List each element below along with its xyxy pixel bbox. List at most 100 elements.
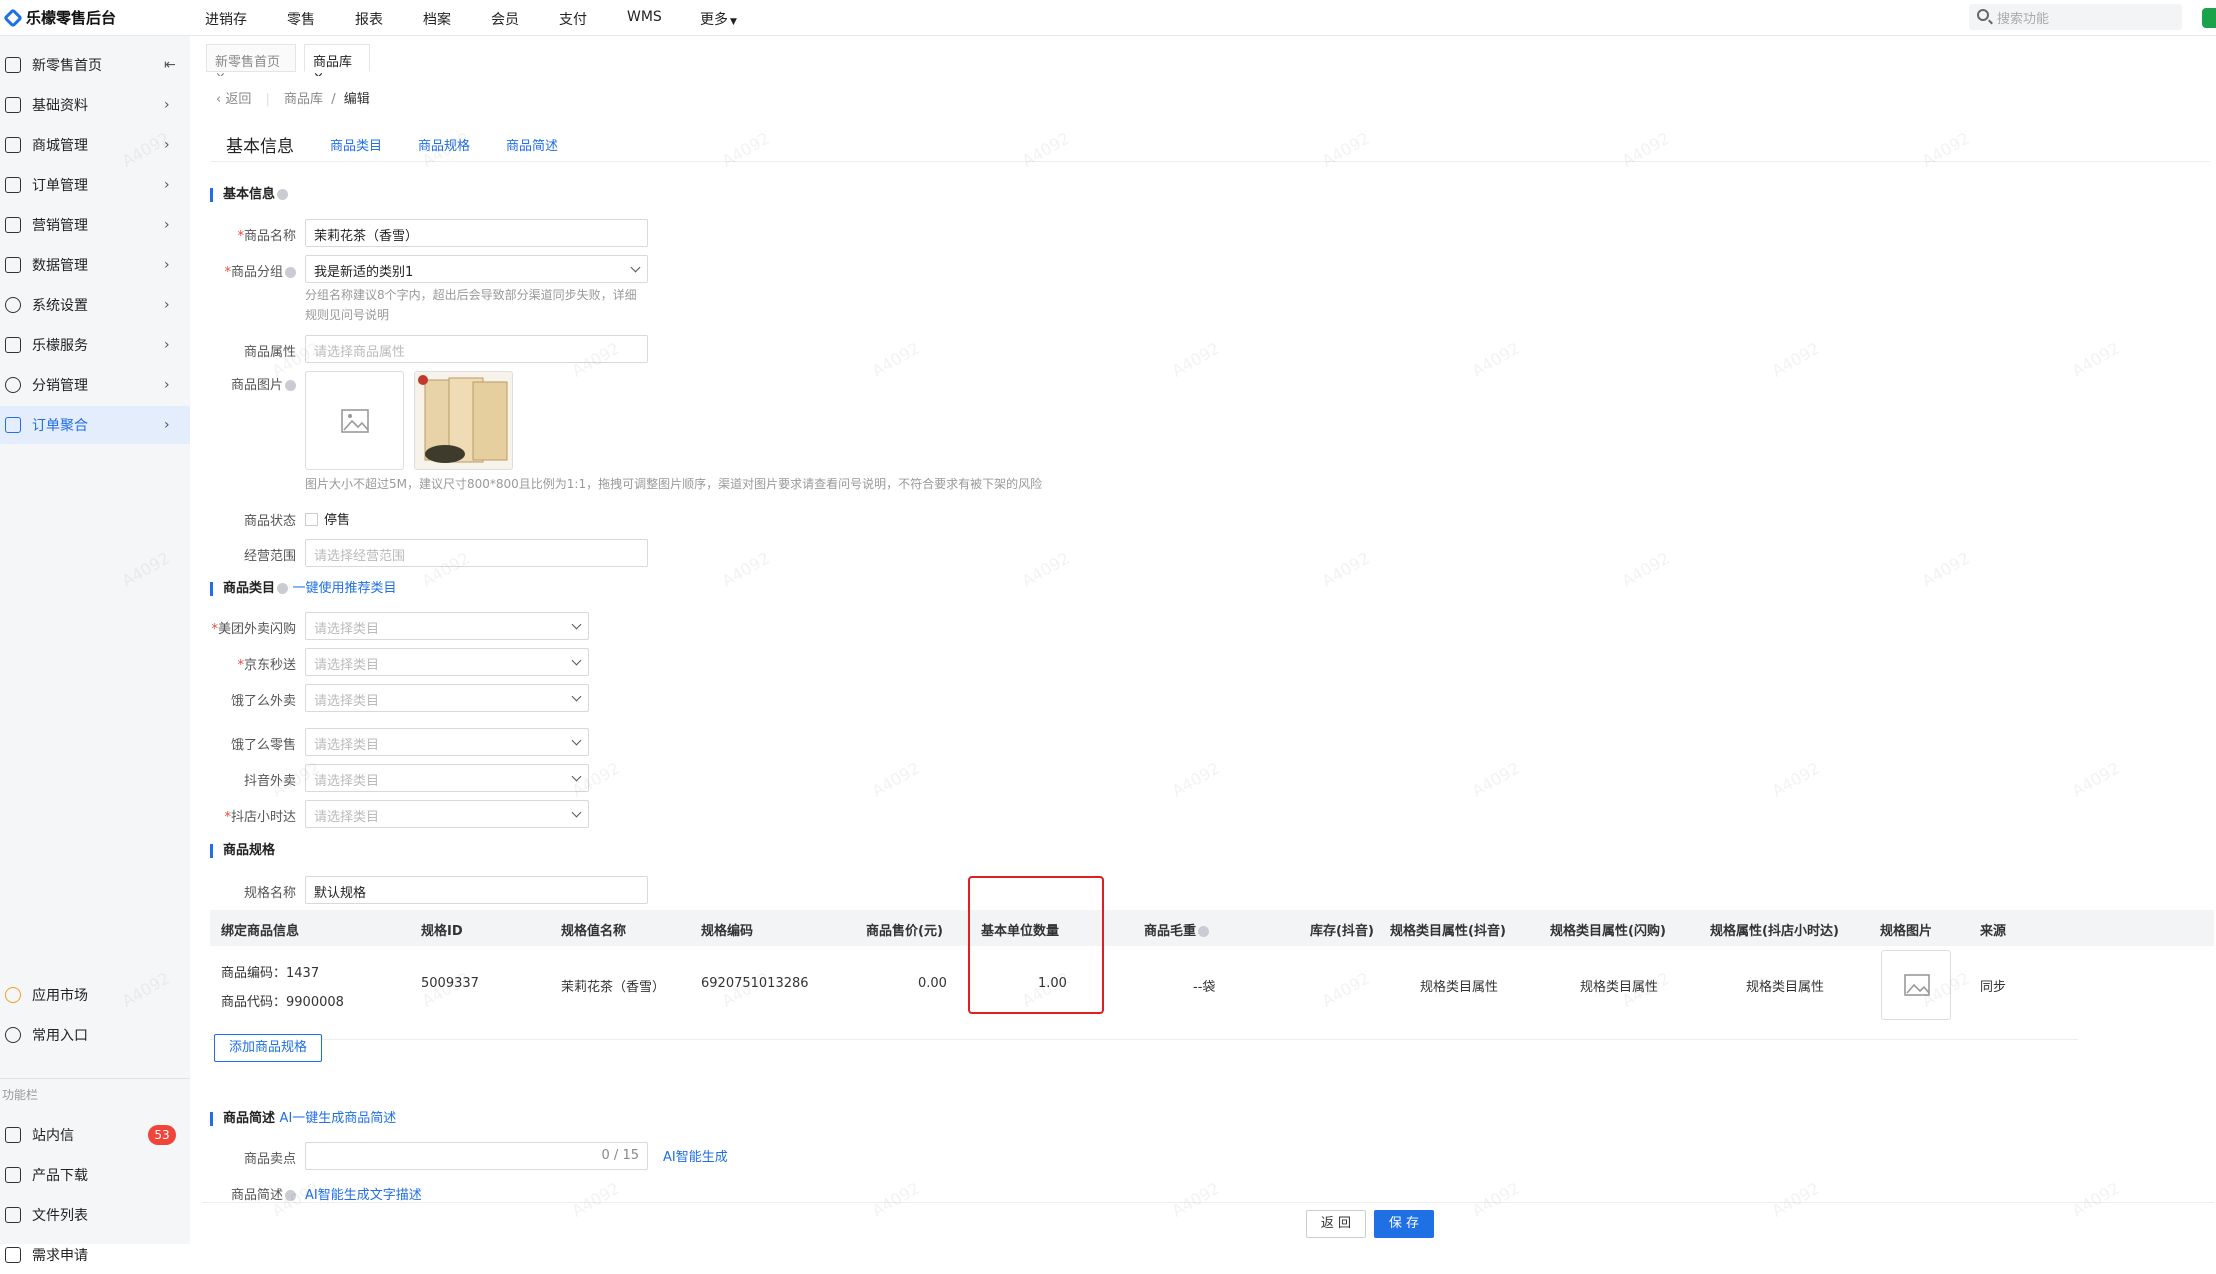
ai-generate-summary-link[interactable]: AI一键生成商品简述 [280, 1111, 397, 1126]
image-hint: 图片大小不超过5M，建议尺寸800*800且比例为1:1，拖拽可调整图片顺序，渠… [305, 477, 1043, 491]
nav-wms[interactable]: WMS [627, 9, 662, 25]
chevron-right-icon: › [164, 97, 170, 113]
anchor-category[interactable]: 商品类目 [330, 135, 382, 154]
business-scope-input[interactable]: 请选择经营范围 [305, 539, 648, 567]
chevron-right-icon: › [164, 137, 170, 153]
sidebar-item-label: 订单管理 [32, 178, 88, 194]
divider [0, 1078, 190, 1079]
ai-generate-button[interactable]: AI智能生成 [663, 1146, 728, 1165]
shop-icon [5, 137, 21, 153]
table-header: 绑定商品信息 [221, 924, 300, 939]
spec-name-input[interactable]: 默认规格 [305, 876, 648, 904]
field-label: 商品卖点 [243, 1152, 296, 1167]
back-button[interactable]: 返 回 [1306, 1210, 1366, 1238]
ai-generate-text-link[interactable]: AI智能生成文字描述 [305, 1184, 422, 1203]
category-eleme-retail-select[interactable]: 请选择类目 [305, 728, 589, 756]
category-jd-select[interactable]: 请选择类目 [305, 648, 589, 676]
nav-retail[interactable]: 零售 [287, 9, 315, 29]
selling-point-input[interactable]: 0 / 15 [305, 1142, 648, 1170]
sidebar-item-files[interactable]: 文件列表 [0, 1196, 190, 1234]
category-douyin-select[interactable]: 请选择类目 [305, 764, 589, 792]
status-checkbox[interactable]: 停售 [305, 509, 350, 528]
product-attr-input[interactable]: 请选择商品属性 [305, 335, 648, 363]
save-button[interactable]: 保 存 [1374, 1210, 1434, 1238]
chevron-down-icon [571, 619, 582, 630]
table-header: 库存(抖音) [1310, 924, 1374, 939]
help-icon[interactable] [285, 1190, 296, 1201]
spec-code: 6920751013286 [701, 976, 809, 991]
sidebar-item-service[interactable]: 乐檬服务 › [0, 326, 190, 364]
main-content: ‹ 返回 | 商品库 / 编辑 基本信息 商品类目 商品规格 商品简述 基本信息… [202, 76, 2214, 1244]
sidebar-item-settings[interactable]: 系统设置 › [0, 286, 190, 324]
sidebar-item-basic-data[interactable]: 基础资料 › [0, 86, 190, 124]
spec-attr-douyin[interactable]: 规格类目属性 [1420, 976, 1498, 995]
sidebar-item-orders[interactable]: 订单管理 › [0, 166, 190, 204]
sidebar-item-label: 系统设置 [32, 298, 88, 314]
sidebar-item-label: 订单聚合 [32, 418, 88, 434]
section-description: 商品简述 AI一键生成商品简述 [210, 1112, 396, 1126]
sidebar-item-label: 乐檬服务 [32, 338, 88, 354]
sidebar-item-request[interactable]: 需求申请 [0, 1236, 190, 1274]
sidebar-item-favorites[interactable]: 常用入口 [0, 1016, 190, 1054]
nav-member[interactable]: 会员 [491, 9, 519, 29]
anchor-spec[interactable]: 商品规格 [418, 135, 470, 154]
recommend-category-link[interactable]: 一键使用推荐类目 [293, 581, 397, 596]
chevron-right-icon: › [164, 257, 170, 273]
help-icon[interactable] [285, 380, 296, 391]
sidebar-item-home[interactable]: 新零售首页 ⇤ [0, 46, 190, 84]
sidebar-item-mall[interactable]: 商城管理 › [0, 126, 190, 164]
sidebar-item-download[interactable]: 产品下载 [0, 1156, 190, 1194]
product-group-select[interactable]: 我是新适的类别1 [305, 255, 648, 283]
image-placeholder-icon [1904, 974, 1930, 996]
field-label: 饿了么零售 [230, 738, 296, 753]
nav-inventory[interactable]: 进销存 [205, 9, 247, 29]
distribution-icon [5, 377, 21, 393]
tab-home[interactable]: 新零售首页 × [206, 44, 296, 85]
help-icon[interactable] [1198, 926, 1210, 937]
collapse-sidebar-icon[interactable]: ⇤ [164, 57, 176, 73]
side-widget-icon[interactable] [2202, 8, 2216, 28]
app-market-icon [5, 987, 21, 1003]
sidebar-item-distribution[interactable]: 分销管理 › [0, 366, 190, 404]
spec-attr-doudian[interactable]: 规格类目属性 [1746, 976, 1824, 995]
sidebar-item-order-aggregate[interactable]: 订单聚合 › [0, 406, 190, 444]
field-label: 规格名称 [243, 886, 296, 901]
nav-payment[interactable]: 支付 [559, 9, 587, 29]
sidebar-item-app-market[interactable]: 应用市场 [0, 976, 190, 1014]
checkbox-icon[interactable] [305, 513, 318, 526]
help-icon[interactable] [277, 583, 289, 594]
tab-product-library[interactable]: 商品库 × [304, 44, 370, 85]
nav-more[interactable]: 更多 ▼ [700, 9, 737, 29]
product-image-thumbnail[interactable] [414, 371, 513, 470]
anchor-description[interactable]: 商品简述 [506, 135, 558, 154]
nav-report[interactable]: 报表 [355, 9, 383, 29]
search-input[interactable]: 搜索功能 [1969, 4, 2182, 30]
sidebar-item-label: 常用入口 [32, 1028, 88, 1044]
help-icon[interactable] [277, 189, 289, 200]
spec-attr-shangou[interactable]: 规格类目属性 [1580, 976, 1658, 995]
app-logo[interactable]: 乐檬零售后台 [3, 7, 116, 28]
order-aggregate-icon [5, 417, 21, 433]
sidebar-item-messages[interactable]: 站内信 53 [0, 1116, 190, 1154]
category-doudian-select[interactable]: 请选择类目 [305, 800, 589, 828]
nav-archive[interactable]: 档案 [423, 9, 451, 29]
sidebar-item-label: 分销管理 [32, 378, 88, 394]
sidebar-item-marketing[interactable]: 营销管理 › [0, 206, 190, 244]
category-eleme-takeout-select[interactable]: 请选择类目 [305, 684, 589, 712]
anchor-basic-info[interactable]: 基本信息 [226, 132, 294, 157]
breadcrumb-product-library[interactable]: 商品库 [284, 92, 323, 107]
add-spec-button[interactable]: 添加商品规格 [214, 1034, 322, 1062]
back-link[interactable]: ‹ 返回 [216, 92, 251, 107]
spec-image-upload[interactable] [1881, 950, 1951, 1020]
sidebar-item-data[interactable]: 数据管理 › [0, 246, 190, 284]
tools-section-label: 功能栏 [2, 1088, 39, 1102]
marketing-icon [5, 217, 21, 233]
sidebar-item-label: 产品下载 [32, 1168, 88, 1184]
category-meituan-select[interactable]: 请选择类目 [305, 612, 589, 640]
image-upload-button[interactable] [305, 371, 404, 470]
product-name-input[interactable]: 茉莉花茶（香雪） [305, 219, 648, 247]
section-category: 商品类目 一键使用推荐类目 [210, 582, 397, 596]
breadcrumb-edit: 编辑 [343, 92, 370, 107]
help-icon[interactable] [285, 267, 296, 278]
field-label: 经营范围 [243, 549, 296, 564]
